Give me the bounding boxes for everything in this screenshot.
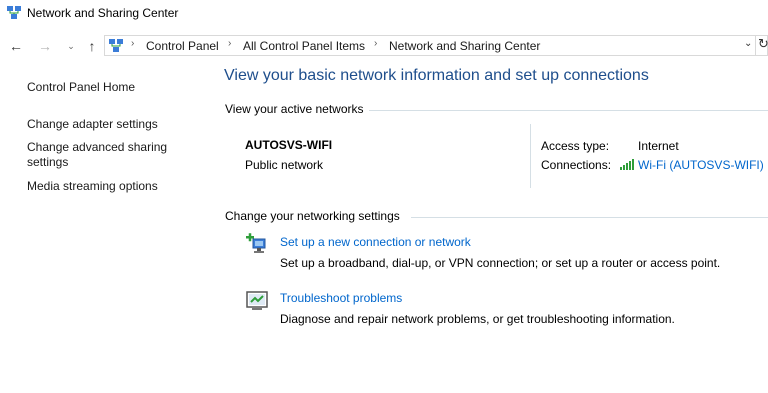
access-type-label: Access type: <box>541 139 610 153</box>
setup-connection-description: Set up a broadband, dial-up, or VPN conn… <box>280 256 721 270</box>
connections-label: Connections: <box>541 158 612 172</box>
setup-connection-link[interactable]: Set up a new connection or network <box>280 235 471 249</box>
wifi-connection-link[interactable]: Wi-Fi (AUTOSVS-WIFI) <box>638 158 764 172</box>
sidebar-media-streaming[interactable]: Media streaming options <box>27 179 187 194</box>
troubleshoot-description: Diagnose and repair network problems, or… <box>280 312 675 326</box>
sidebar-change-adapter-settings[interactable]: Change adapter settings <box>27 117 187 132</box>
up-button[interactable]: ↑ <box>84 38 100 54</box>
window-title: Network and Sharing Center <box>27 6 179 20</box>
refresh-icon[interactable]: ↻ <box>758 36 768 52</box>
breadcrumb-separator[interactable]: › <box>374 38 377 49</box>
change-settings-label: Change your networking settings <box>225 209 400 223</box>
recent-locations-button[interactable]: ⌄ <box>63 38 79 54</box>
wifi-signal-icon <box>620 159 634 170</box>
breadcrumb-network-center[interactable]: Network and Sharing Center <box>389 39 540 53</box>
page-title: View your basic network information and … <box>224 67 649 84</box>
troubleshoot-icon <box>246 291 268 310</box>
forward-button[interactable]: → <box>37 38 53 54</box>
address-dropdown-button[interactable]: ⌄ <box>744 38 752 49</box>
network-name: AUTOSVS-WIFI <box>245 138 333 152</box>
network-center-icon <box>109 39 123 52</box>
troubleshoot-link[interactable]: Troubleshoot problems <box>280 291 402 305</box>
back-button[interactable]: ← <box>8 38 24 54</box>
sidebar-change-advanced-sharing[interactable]: Change advanced sharing settings <box>27 140 177 170</box>
vertical-divider <box>530 124 531 188</box>
active-networks-label: View your active networks <box>225 102 364 116</box>
network-type-link[interactable]: Public network <box>245 158 323 172</box>
network-center-icon <box>7 6 21 19</box>
access-type-value: Internet <box>638 139 679 153</box>
breadcrumb-separator[interactable]: › <box>228 38 231 49</box>
breadcrumb-control-panel[interactable]: Control Panel <box>146 39 219 53</box>
section-divider <box>369 110 768 111</box>
section-divider <box>411 217 768 218</box>
sidebar-control-panel-home[interactable]: Control Panel Home <box>27 80 187 95</box>
breadcrumb-separator[interactable]: › <box>131 38 134 49</box>
new-connection-icon <box>246 233 266 253</box>
breadcrumb-all-items[interactable]: All Control Panel Items <box>243 39 365 53</box>
